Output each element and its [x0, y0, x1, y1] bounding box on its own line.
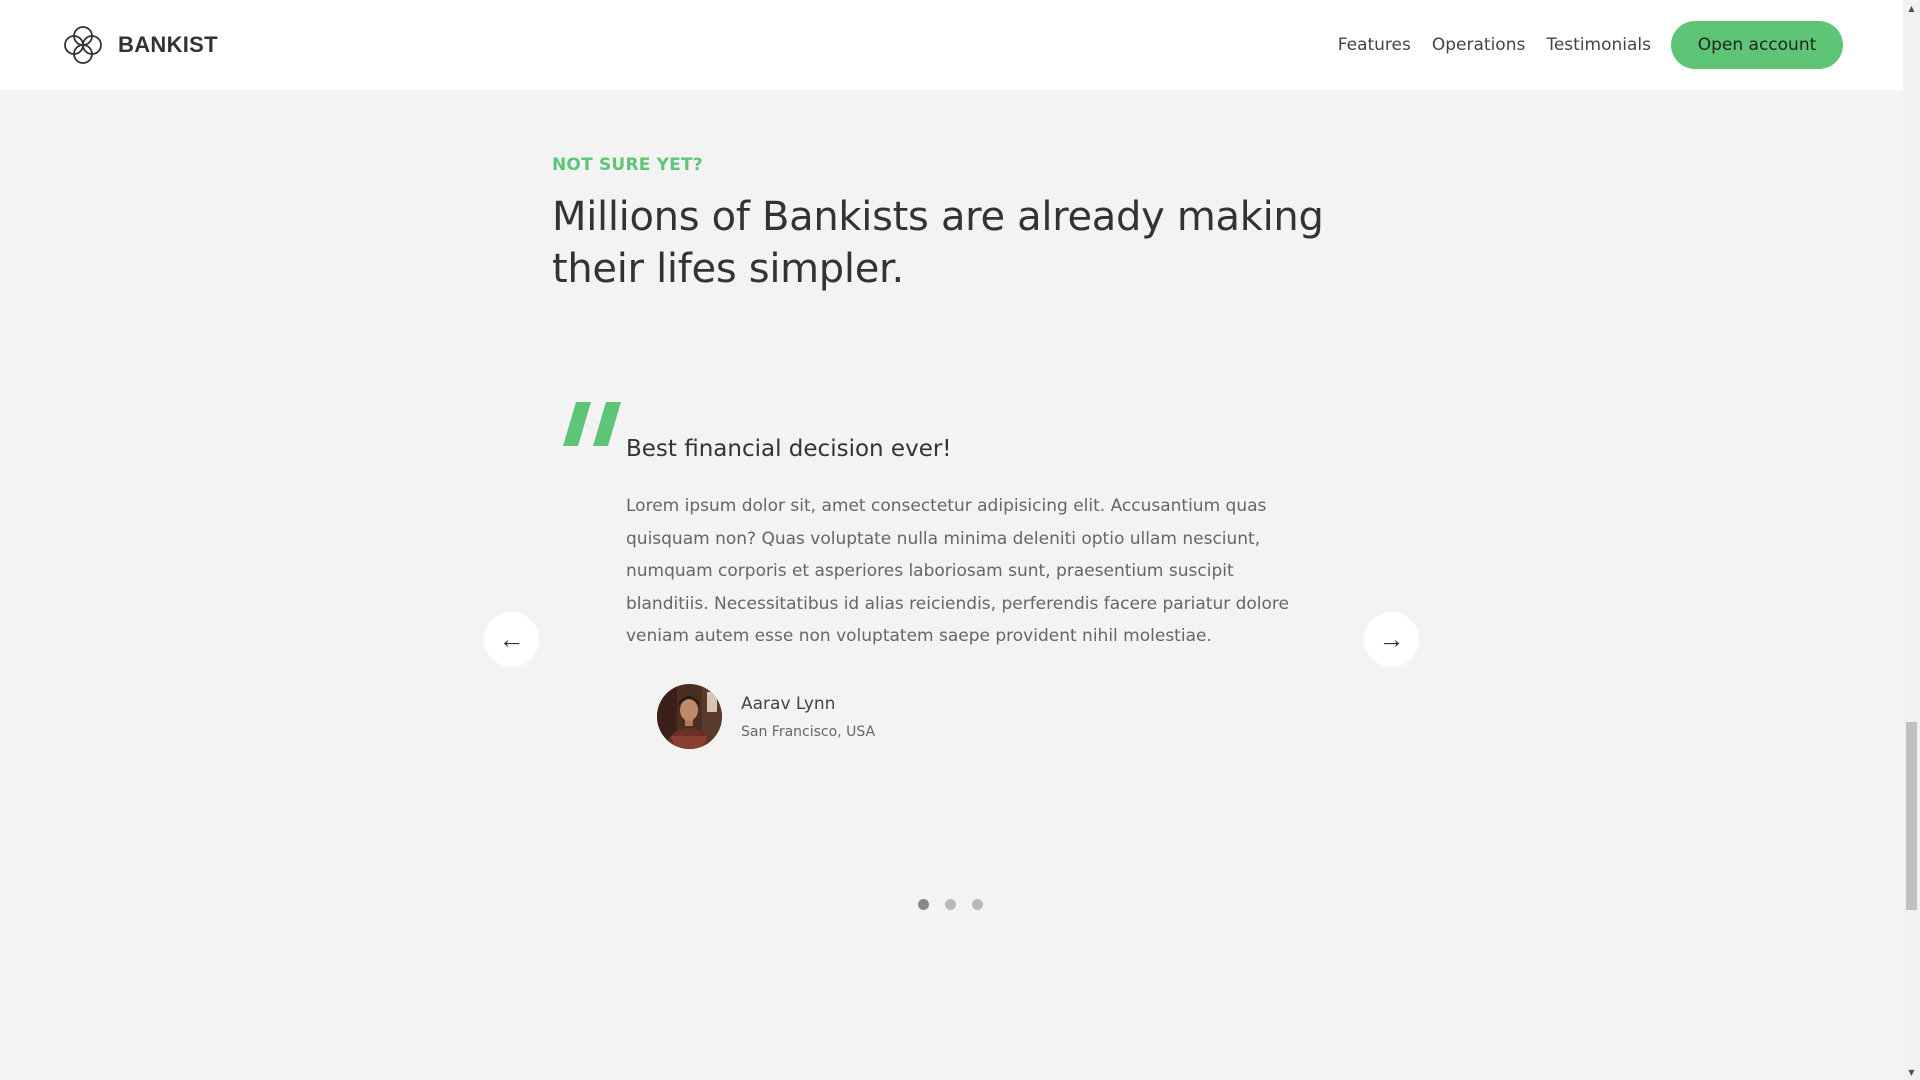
- author-location: San Francisco, USA: [741, 723, 876, 740]
- arrow-right-icon: →: [1378, 624, 1405, 654]
- slider-dots: [918, 899, 999, 910]
- nav-link-operations[interactable]: Operations: [1432, 35, 1525, 55]
- navigation-bar: BANKIST Features Operations Testimonials…: [0, 0, 1903, 90]
- nav-link-features[interactable]: Features: [1338, 35, 1411, 55]
- testimonial-author: Aarav Lynn San Francisco, USA: [657, 684, 875, 749]
- testimonial-text: Lorem ipsum dolor sit, amet consectetur …: [626, 496, 1290, 646]
- arrow-left-icon: ←: [498, 624, 525, 654]
- scroll-down-icon[interactable]: ▼: [1903, 1064, 1920, 1080]
- bankist-logo-icon: [64, 26, 102, 64]
- vertical-scrollbar[interactable]: ▲ ▼: [1903, 0, 1920, 1080]
- slider-next-button[interactable]: →: [1364, 612, 1419, 667]
- slider-dot[interactable]: [945, 899, 956, 910]
- slider-prev-button[interactable]: ←: [484, 612, 539, 667]
- open-account-button[interactable]: Open account: [1671, 21, 1843, 69]
- quote-icon: [563, 402, 621, 446]
- section-title: Millions of Bankists are already making …: [552, 191, 1372, 295]
- brand[interactable]: BANKIST: [60, 22, 218, 68]
- section-eyebrow: Not sure yet?: [552, 155, 703, 175]
- author-name: Aarav Lynn: [741, 693, 836, 714]
- brand-name: BANKIST: [118, 32, 218, 57]
- nav-link-testimonials[interactable]: Testimonials: [1546, 35, 1651, 55]
- slider-dot[interactable]: [918, 899, 929, 910]
- testimonial-title: Best financial decision ever!: [626, 436, 952, 462]
- section-title-line-1: Millions of Bankists are already making: [552, 194, 1324, 240]
- scrollbar-thumb[interactable]: [1906, 722, 1917, 910]
- nav-links: Features Operations Testimonials Open ac…: [1317, 21, 1843, 69]
- author-info: Aarav Lynn San Francisco, USA: [741, 694, 875, 740]
- slider-dot[interactable]: [972, 899, 983, 910]
- section-title-line-2: their lifes simpler.: [552, 246, 904, 292]
- avatar: [657, 684, 722, 749]
- scroll-up-icon[interactable]: ▲: [1903, 0, 1920, 16]
- section-header: Not sure yet? Millions of Bankists are a…: [552, 155, 1372, 295]
